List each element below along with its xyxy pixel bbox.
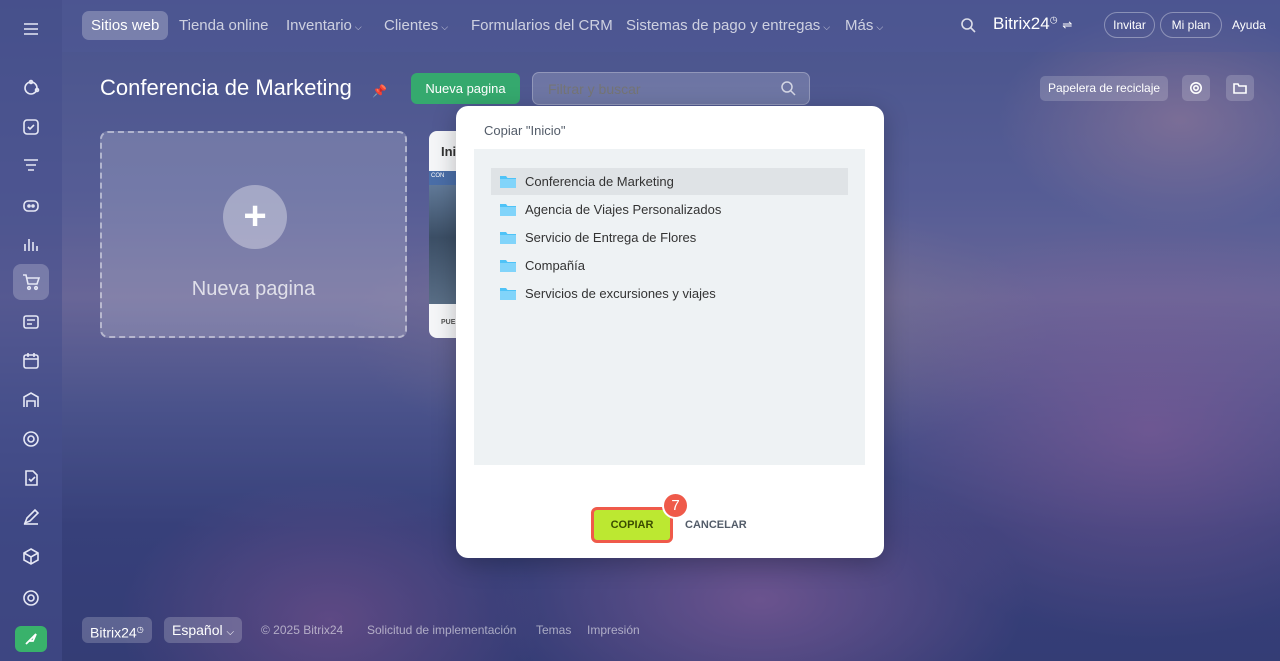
- target-icon[interactable]: [19, 427, 43, 451]
- footer-brand-button[interactable]: Bitrix24◷: [82, 617, 152, 643]
- language-select[interactable]: Español ⌵: [164, 617, 243, 643]
- plus-icon: +: [223, 185, 287, 249]
- box-icon[interactable]: [19, 544, 43, 568]
- tab-mas[interactable]: Más ⌵: [845, 11, 883, 40]
- copilot-icon[interactable]: [19, 193, 43, 217]
- folder-icon: [500, 287, 516, 300]
- menu-icon[interactable]: [19, 17, 43, 41]
- top-navigation: Sitios web Tienda online Inventario ⌵ Cli…: [62, 0, 1280, 52]
- folder-item[interactable]: Servicio de Entrega de Flores: [491, 224, 848, 251]
- language-label: Español: [172, 622, 223, 638]
- clock-icon: ◷: [136, 625, 144, 634]
- folder-icon: [1233, 83, 1247, 94]
- folder-label: Conferencia de Marketing: [525, 174, 674, 189]
- search-icon[interactable]: [960, 17, 976, 33]
- tab-formularios-crm[interactable]: Formularios del CRM: [471, 11, 613, 40]
- folder-item[interactable]: Servicios de excursiones y viajes: [491, 280, 848, 307]
- tab-label: Sitios web: [91, 17, 160, 34]
- recycle-bin-button[interactable]: Papelera de reciclaje: [1040, 76, 1169, 101]
- settings-button[interactable]: [1182, 75, 1210, 101]
- folder-item[interactable]: Compañía: [491, 252, 848, 279]
- chevron-down-icon: ⌵: [823, 22, 831, 32]
- footer-link-implementation[interactable]: Solicitud de implementación: [367, 623, 516, 637]
- chevron-down-icon: ⌵: [876, 22, 884, 32]
- folder-label: Servicios de excursiones y viajes: [525, 286, 716, 301]
- clock-icon: ◷: [1049, 14, 1058, 25]
- tab-sistemas-pago[interactable]: Sistemas de pago y entregas ⌵: [626, 11, 830, 40]
- copy-dialog: Copiar "Inicio" Conferencia de Marketing…: [456, 106, 884, 558]
- footer-link-print[interactable]: Impresión: [587, 623, 640, 637]
- crm-icon[interactable]: [19, 154, 43, 178]
- help-link[interactable]: Ayuda: [1232, 18, 1266, 32]
- warehouse-icon[interactable]: [19, 388, 43, 412]
- tab-label: Clientes: [384, 17, 439, 34]
- page-card-status: PUE: [441, 319, 456, 326]
- pin-icon[interactable]: 📌: [372, 84, 387, 98]
- pen-icon[interactable]: [19, 505, 43, 529]
- tab-tienda-online[interactable]: Tienda online: [179, 11, 269, 40]
- page-title: Conferencia de Marketing: [100, 75, 352, 100]
- page-card-title: Ini: [441, 144, 457, 159]
- copy-button[interactable]: COPIAR: [591, 507, 673, 543]
- new-page-label: Nueva pagina: [191, 278, 316, 300]
- settings-icon[interactable]: [19, 586, 43, 610]
- analytics-icon[interactable]: [19, 232, 43, 256]
- chevron-down-icon: ⌵: [226, 627, 235, 638]
- my-plan-button[interactable]: Mi plan: [1160, 12, 1222, 38]
- dialog-title: Copiar "Inicio": [484, 123, 566, 138]
- folder-label: Agencia de Viajes Personalizados: [525, 202, 722, 217]
- gear-icon: [1190, 82, 1202, 94]
- cart-icon[interactable]: [13, 264, 49, 300]
- folder-item[interactable]: Agencia de Viajes Personalizados: [491, 196, 848, 223]
- invite-button[interactable]: Invitar: [1104, 12, 1155, 38]
- calendar-icon[interactable]: [19, 349, 43, 373]
- document-sign-icon[interactable]: [19, 466, 43, 490]
- brand-logo[interactable]: Bitrix24◷ ⇌: [993, 14, 1072, 34]
- folder-label: Servicio de Entrega de Flores: [525, 230, 697, 245]
- chevron-down-icon: ⌵: [354, 22, 362, 32]
- folder-icon: [500, 175, 516, 188]
- tab-label: Inventario: [286, 17, 352, 34]
- contact-card-icon[interactable]: [19, 310, 43, 334]
- new-page-button[interactable]: Nueva pagina: [411, 73, 520, 104]
- sliders-icon: ⇌: [1062, 18, 1073, 32]
- left-sidebar: [0, 0, 62, 661]
- copyright-text: © 2025 Bitrix24: [261, 623, 344, 637]
- search-input[interactable]: [532, 72, 810, 105]
- folder-icon: [500, 203, 516, 216]
- folder-item[interactable]: Conferencia de Marketing: [491, 168, 848, 195]
- activity-icon[interactable]: [19, 76, 43, 100]
- tab-label: Más: [845, 17, 874, 34]
- folder-button[interactable]: [1226, 75, 1254, 101]
- tab-inventario[interactable]: Inventario ⌵: [286, 11, 362, 40]
- tab-label: Tienda online: [179, 17, 269, 34]
- folder-label: Compañía: [525, 258, 585, 273]
- tab-sitios-web[interactable]: Sitios web: [82, 11, 169, 40]
- brand-text: Bitrix24: [993, 14, 1050, 33]
- new-page-card[interactable]: + Nueva pagina: [100, 131, 407, 338]
- chevron-down-icon: ⌵: [441, 22, 449, 32]
- folder-icon: [500, 259, 516, 272]
- cancel-button[interactable]: CANCELAR: [685, 519, 747, 531]
- tab-label: Formularios del CRM: [471, 17, 613, 34]
- folder-tree: Conferencia de Marketing Agencia de Viaj…: [474, 149, 865, 465]
- footer-link-themes[interactable]: Temas: [536, 623, 571, 637]
- tab-clientes[interactable]: Clientes ⌵: [384, 11, 448, 40]
- folder-icon: [500, 231, 516, 244]
- footer-brand-text: Bitrix24: [90, 624, 137, 641]
- tasks-icon[interactable]: [19, 115, 43, 139]
- step-number-badge: 7: [662, 492, 689, 519]
- rocket-icon[interactable]: [15, 626, 47, 652]
- search-icon[interactable]: [780, 80, 796, 96]
- tab-label: Sistemas de pago y entregas: [626, 17, 821, 34]
